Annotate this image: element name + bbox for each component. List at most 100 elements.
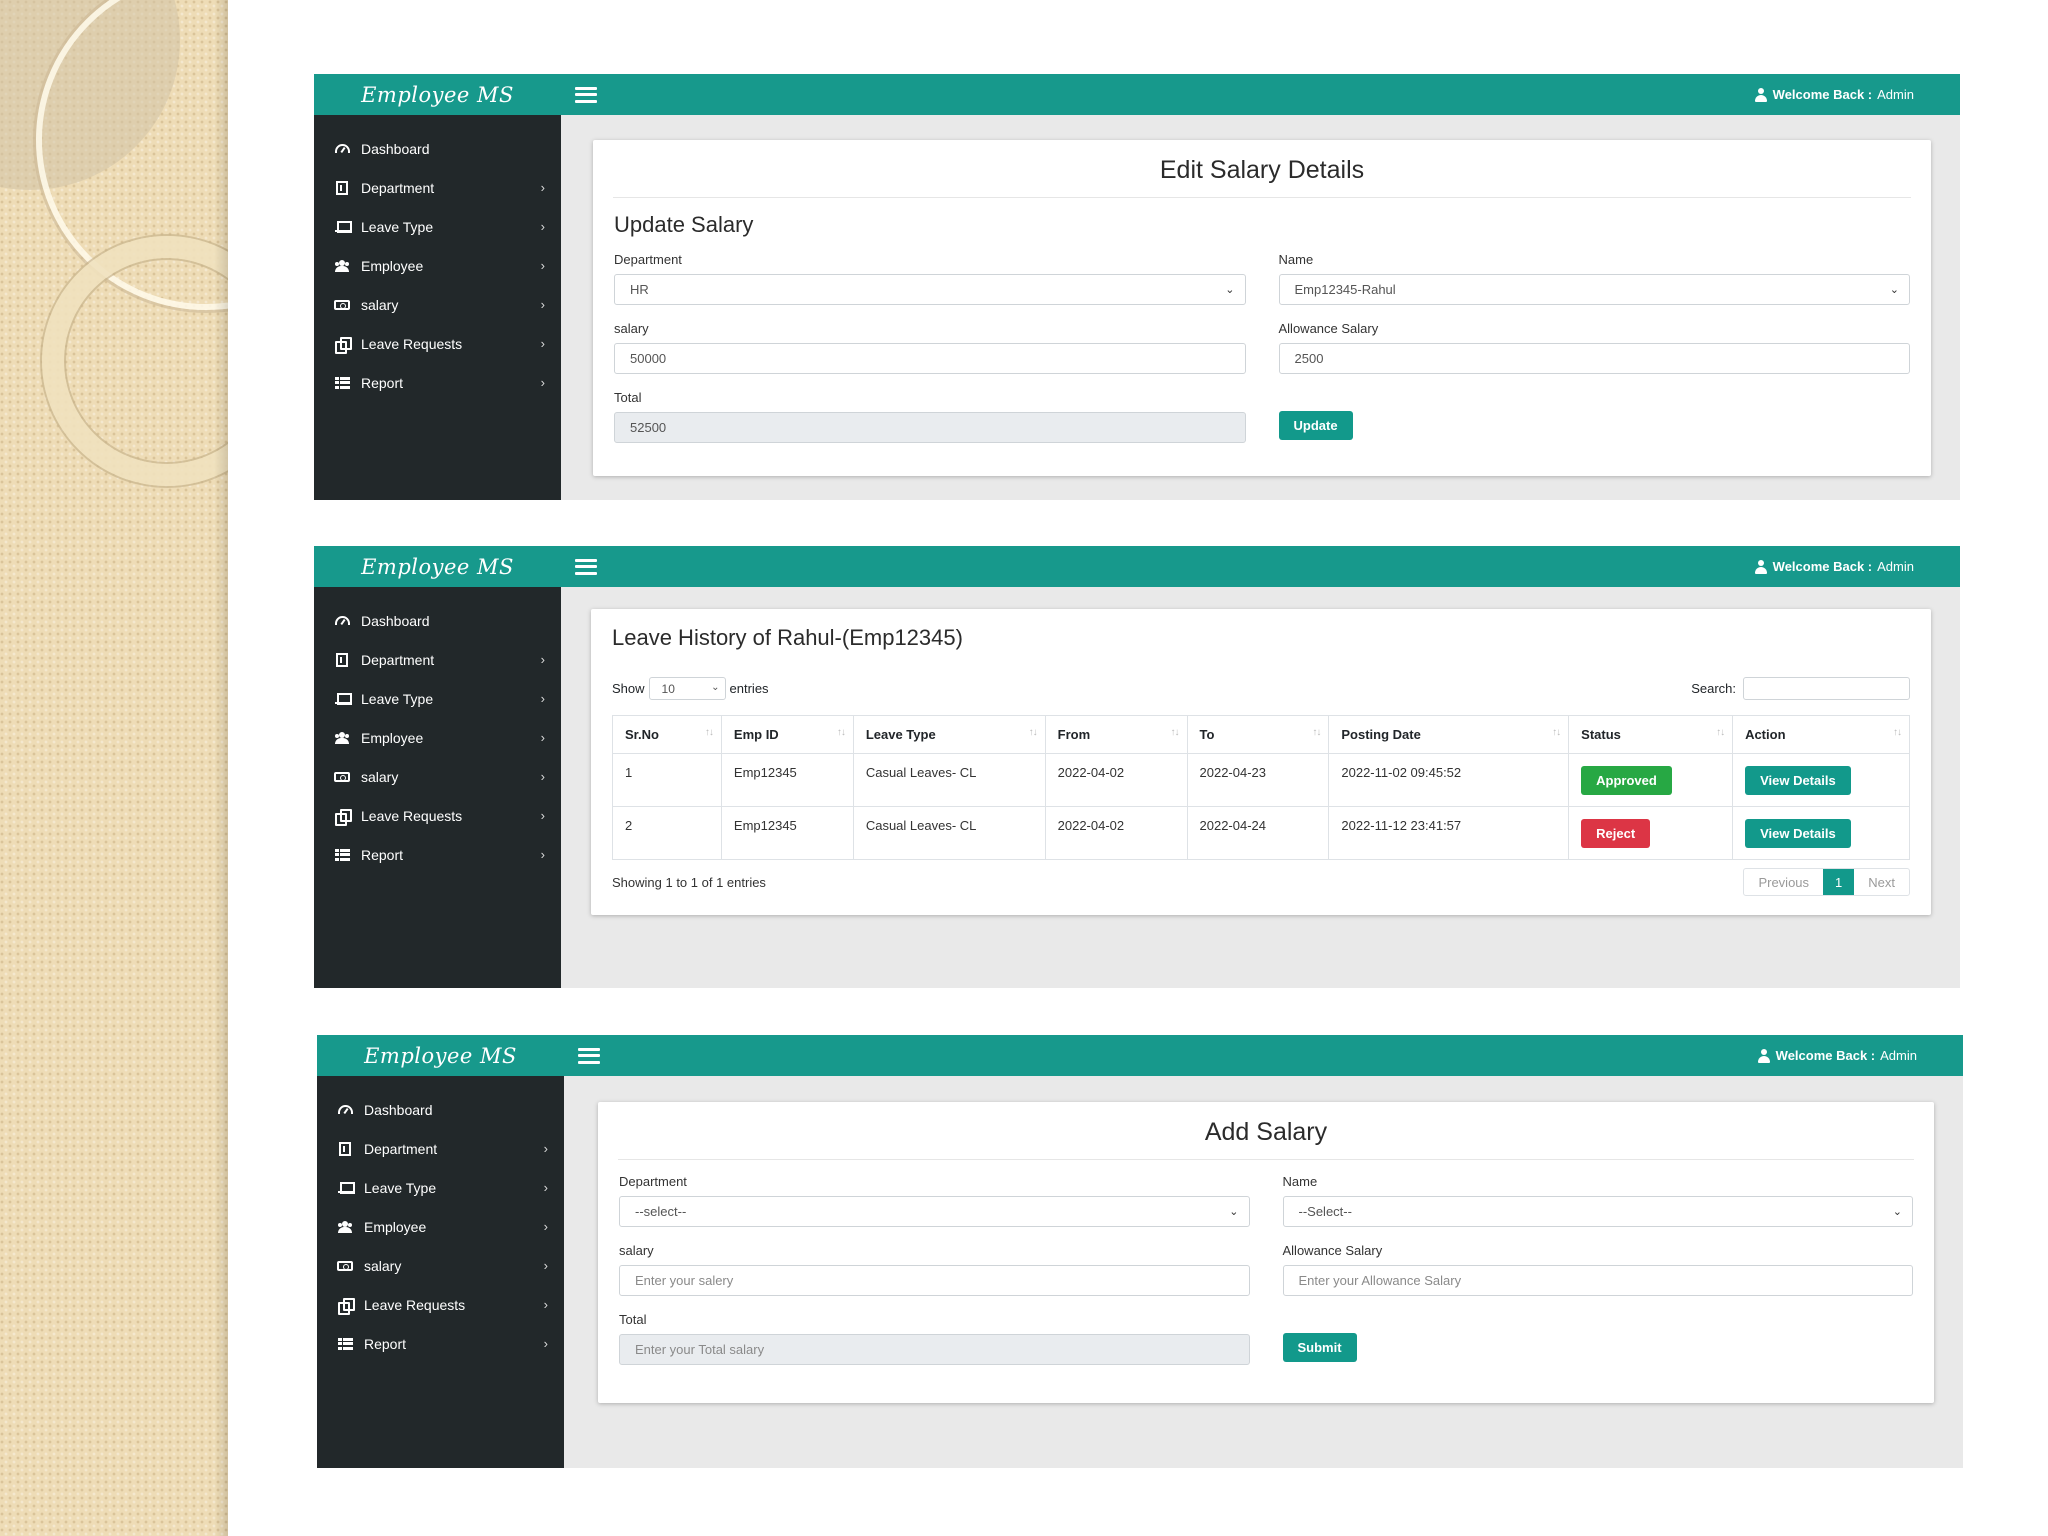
sidebar-item-leave-type[interactable]: Leave Type › [317,1168,564,1207]
cell-srno: 1 [612,753,722,807]
submit-button[interactable]: Submit [1282,1333,1357,1362]
laptop-icon [334,691,352,707]
sidebar-item-dashboard[interactable]: Dashboard [314,129,561,168]
column-header-posting-date[interactable]: Posting Date ↑↓ [1328,715,1570,754]
column-header-emp-id[interactable]: Emp ID ↑↓ [720,715,854,754]
section-title: Update Salary [614,212,754,237]
edit-salary-card: Edit Salary Details Update Salary Depart… [593,140,1931,476]
pagination-page-1[interactable]: 1 [1823,869,1855,895]
sidebar-item-salary[interactable]: salary › [314,757,561,796]
total-label: Total [619,1312,647,1327]
name-select[interactable]: --Select-- ⌄ [1282,1196,1913,1227]
sidebar: Dashboard Department › Leave Type › Employ… [314,115,561,500]
chevron-right-icon: › [540,769,545,784]
chevron-right-icon: › [543,1336,548,1351]
hamburger-menu-icon[interactable] [575,558,597,575]
search-input[interactable] [1743,677,1910,700]
chevron-right-icon: › [543,1258,548,1273]
welcome-message[interactable]: Welcome Back : Admin [1754,87,1914,102]
brand-logo[interactable]: Employee MS [314,546,561,587]
sort-icon: ↑↓ [704,727,714,738]
salary-label: salary [619,1243,654,1258]
users-icon [337,1219,353,1235]
salary-label: salary [614,321,649,336]
view-details-button[interactable]: View Details [1745,819,1851,848]
column-header-leave-type[interactable]: Leave Type ↑↓ [852,715,1046,754]
pagination-next[interactable]: Next [1854,869,1909,895]
allowance-salary-input[interactable]: 2500 [1278,343,1910,374]
column-header-action[interactable]: Action ↑↓ [1732,715,1910,754]
sidebar-item-report[interactable]: Report › [314,835,561,874]
status-approved-badge[interactable]: Approved [1581,766,1672,795]
welcome-message[interactable]: Welcome Back : Admin [1754,559,1914,574]
department-label: Department [614,252,682,267]
cell-to: 2022-04-24 [1186,806,1330,860]
chevron-right-icon: › [540,219,545,234]
hamburger-menu-icon[interactable] [578,1047,600,1064]
cell-leave-type: Casual Leaves- CL [852,753,1046,807]
allowance-salary-label: Allowance Salary [1282,1243,1383,1258]
chevron-right-icon: › [540,297,545,312]
user-icon [1757,1048,1771,1063]
leave-history-screen: Employee MS Welcome Back : Admin Dashboa… [314,546,1960,988]
sidebar-item-employee[interactable]: Employee › [317,1207,564,1246]
top-navbar: Employee MS Welcome Back : Admin [317,1035,1963,1076]
sidebar-item-leave-type[interactable]: Leave Type › [314,679,561,718]
sidebar-item-report[interactable]: Report › [317,1324,564,1363]
sidebar-item-dashboard[interactable]: Dashboard [314,601,561,640]
leave-history-card: Leave History of Rahul-(Emp12345) Show 1… [591,609,1931,915]
chevron-right-icon: › [540,652,545,667]
cell-status: Reject [1568,806,1734,860]
allowance-salary-input[interactable]: Enter your Allowance Salary [1282,1265,1913,1296]
sidebar-item-employee[interactable]: Employee › [314,246,561,285]
department-select[interactable]: HR ⌄ [614,274,1246,305]
status-reject-badge[interactable]: Reject [1581,819,1651,848]
column-header-to[interactable]: To ↑↓ [1186,715,1330,754]
cell-action: View Details [1732,806,1910,860]
table-header-row: Sr.No ↑↓ Emp ID ↑↓ Leave Type ↑↓ From ↑↓ To ↑… [612,715,1910,754]
table-icon [337,1336,353,1352]
cell-from: 2022-04-02 [1044,806,1188,860]
laptop-icon [337,1180,355,1196]
sidebar-item-department[interactable]: Department › [317,1129,564,1168]
hamburger-menu-icon[interactable] [575,86,597,103]
add-salary-form: Department --select-- ⌄ Name --Select-- ⌄ … [619,1174,1913,1381]
total-input: 52500 [614,412,1246,443]
column-header-srno[interactable]: Sr.No ↑↓ [612,715,722,754]
sidebar-item-leave-type[interactable]: Leave Type › [314,207,561,246]
sidebar-item-salary[interactable]: salary › [314,285,561,324]
column-header-from[interactable]: From ↑↓ [1044,715,1188,754]
salary-input[interactable]: 50000 [614,343,1246,374]
sidebar-item-salary[interactable]: salary › [317,1246,564,1285]
pagination-previous[interactable]: Previous [1744,869,1823,895]
user-icon [1754,559,1768,574]
decorative-ring [42,236,228,486]
sidebar-item-leave-requests[interactable]: Leave Requests › [314,796,561,835]
sidebar-item-department[interactable]: Department › [314,640,561,679]
salary-input[interactable]: Enter your salery [619,1265,1250,1296]
sidebar-item-employee[interactable]: Employee › [314,718,561,757]
cell-srno: 2 [612,806,722,860]
brand-logo[interactable]: Employee MS [317,1035,564,1076]
sidebar-item-department[interactable]: Department › [314,168,561,207]
view-details-button[interactable]: View Details [1745,766,1851,795]
brand-logo[interactable]: Employee MS [314,74,561,115]
chevron-down-icon: ⌄ [1892,1206,1902,1218]
department-select[interactable]: --select-- ⌄ [619,1196,1250,1227]
update-button[interactable]: Update [1278,411,1353,440]
sidebar-item-report[interactable]: Report › [314,363,561,402]
sidebar-item-leave-requests[interactable]: Leave Requests › [317,1285,564,1324]
column-header-status[interactable]: Status ↑↓ [1568,715,1734,754]
chevron-down-icon: ⌄ [1225,284,1235,296]
sidebar-item-leave-requests[interactable]: Leave Requests › [314,324,561,363]
chevron-right-icon: › [543,1141,548,1156]
name-select[interactable]: Emp12345-Rahul ⌄ [1278,274,1910,305]
sort-icon: ↑↓ [1552,727,1561,738]
sidebar-item-dashboard[interactable]: Dashboard [317,1090,564,1129]
entries-length-select[interactable]: 10 ⌄ [648,677,726,700]
money-icon [334,297,350,313]
welcome-message[interactable]: Welcome Back : Admin [1757,1048,1917,1063]
chevron-right-icon: › [540,730,545,745]
dashboard-icon [337,1102,353,1118]
chevron-down-icon: ⌄ [1889,284,1899,296]
